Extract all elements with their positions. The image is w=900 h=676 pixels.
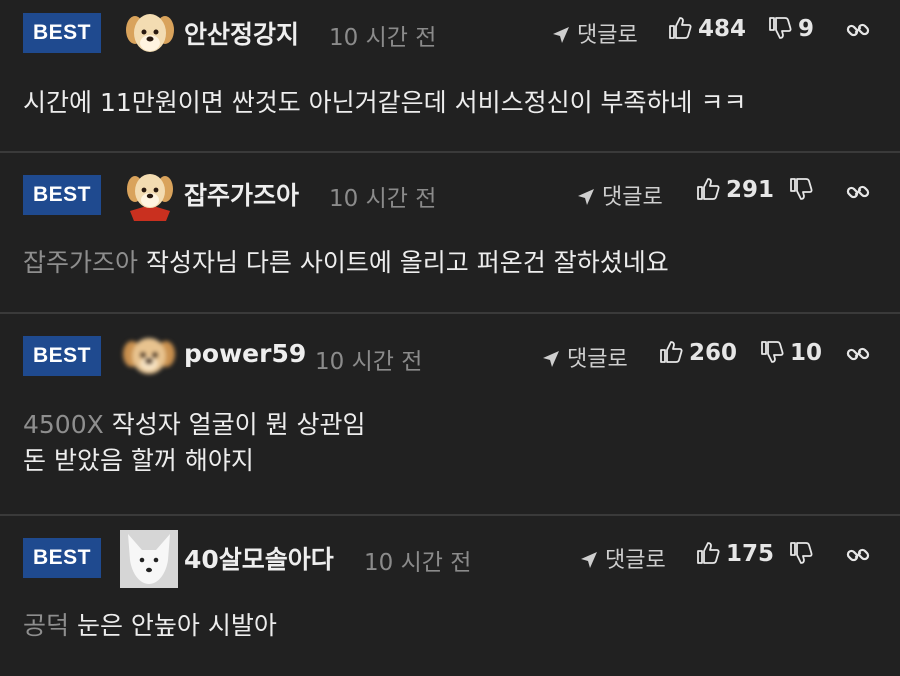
- comment-time: 10 시간 전: [315, 349, 423, 375]
- comment-nickname[interactable]: power59: [184, 339, 306, 368]
- comment-time: 10 시간 전: [364, 550, 472, 576]
- link-button[interactable]: [846, 18, 870, 48]
- comment-line: 작성자님 다른 사이트에 올리고 퍼온건 잘하셨네요: [145, 248, 669, 277]
- comment-text: 공덕 눈은 안높아 시발아: [23, 608, 277, 644]
- thumbs-down-icon: [761, 341, 784, 363]
- comment-item: BEST 잡주가즈아 10 시간 전 댓글로 291 잡주가즈아 작성자님 다른…: [0, 153, 900, 313]
- comment-nickname[interactable]: 안산정강지: [184, 15, 299, 51]
- like-count: 175: [726, 541, 775, 567]
- puppy-red-cape-avatar-icon[interactable]: [122, 167, 178, 223]
- comment-time: 10 시간 전: [329, 25, 437, 51]
- link-button[interactable]: [846, 342, 870, 372]
- like-button[interactable]: 260: [659, 340, 737, 366]
- puppy-avatar-icon[interactable]: [122, 6, 178, 62]
- like-count: 260: [689, 340, 738, 366]
- reply-button[interactable]: 댓글로: [541, 341, 628, 373]
- link-icon: [846, 23, 870, 37]
- reply-label: 댓글로: [577, 23, 638, 48]
- dislike-button[interactable]: 10: [760, 340, 822, 366]
- mention-text[interactable]: 4500X: [23, 410, 104, 439]
- thumbs-up-icon: [660, 341, 683, 363]
- dislike-count: 10: [790, 340, 823, 366]
- dislike-button[interactable]: [789, 177, 819, 203]
- like-button[interactable]: 484: [668, 16, 746, 42]
- comment-line: 돈 받았음 할꺼 해야지: [23, 446, 254, 475]
- reply-arrow-icon: [578, 189, 594, 205]
- best-badge: BEST: [23, 538, 101, 578]
- comment-text: 4500X 작성자 얼굴이 뭔 상관임 돈 받았음 할꺼 해야지: [23, 407, 366, 479]
- reply-label: 댓글로: [605, 548, 666, 573]
- thumbs-up-icon: [697, 542, 720, 564]
- mention-text[interactable]: 잡주가즈아: [23, 248, 138, 277]
- thumbs-down-icon: [790, 178, 813, 200]
- link-button[interactable]: [846, 543, 870, 573]
- thumbs-up-icon: [697, 178, 720, 200]
- reply-button[interactable]: 댓글로: [579, 542, 666, 574]
- reply-arrow-icon: [581, 552, 597, 568]
- thumbs-down-icon: [790, 542, 813, 564]
- comment-nickname[interactable]: 40살모솔아다: [184, 540, 334, 576]
- dislike-button[interactable]: 9: [768, 16, 814, 42]
- comment-item: BEST 안산정강지 10 시간 전 댓글로 484 9 시간에 11만원이면 …: [0, 0, 900, 152]
- best-badge: BEST: [23, 13, 101, 53]
- reply-label: 댓글로: [567, 347, 628, 372]
- comment-line: 시간에 11만원이면 싼것도 아닌거같은데 서비스정신이 부족하네 ㅋㅋ: [23, 88, 747, 117]
- comment-line: 눈은 안높아 시발아: [76, 611, 277, 640]
- link-icon: [846, 185, 870, 199]
- comment-nickname[interactable]: 잡주가즈아: [184, 176, 299, 212]
- white-fox-avatar-icon[interactable]: [120, 530, 178, 588]
- best-badge: BEST: [23, 175, 101, 215]
- comment-time: 10 시간 전: [329, 186, 437, 212]
- mention-text[interactable]: 공덕: [23, 611, 69, 640]
- reply-arrow-icon: [553, 27, 569, 43]
- like-count: 484: [698, 16, 747, 42]
- reply-label: 댓글로: [602, 185, 663, 210]
- thumbs-down-icon: [769, 17, 792, 39]
- blurred-puppy-avatar-icon[interactable]: [120, 328, 176, 384]
- comment-text: 잡주가즈아 작성자님 다른 사이트에 올리고 퍼온건 잘하셨네요: [23, 245, 669, 281]
- like-button[interactable]: 291: [696, 177, 774, 203]
- comment-text: 시간에 11만원이면 싼것도 아닌거같은데 서비스정신이 부족하네 ㅋㅋ: [23, 85, 747, 121]
- like-button[interactable]: 175: [696, 541, 774, 567]
- comment-item: BEST power59 10 시간 전 댓글로 260 10 4500X 작성…: [0, 314, 900, 514]
- reply-arrow-icon: [543, 351, 559, 367]
- link-icon: [846, 548, 870, 562]
- dislike-count: 9: [798, 16, 815, 42]
- reply-button[interactable]: 댓글로: [551, 17, 638, 49]
- dislike-button[interactable]: [789, 541, 819, 567]
- link-button[interactable]: [846, 180, 870, 210]
- reply-button[interactable]: 댓글로: [576, 179, 663, 211]
- like-count: 291: [726, 177, 775, 203]
- thumbs-up-icon: [669, 17, 692, 39]
- comment-line: 작성자 얼굴이 뭔 상관임: [111, 410, 366, 439]
- best-badge: BEST: [23, 336, 101, 376]
- comment-item: BEST 40살모솔아다 10 시간 전 댓글로 175 공덕 눈은 안높아 시…: [0, 516, 900, 676]
- link-icon: [846, 347, 870, 361]
